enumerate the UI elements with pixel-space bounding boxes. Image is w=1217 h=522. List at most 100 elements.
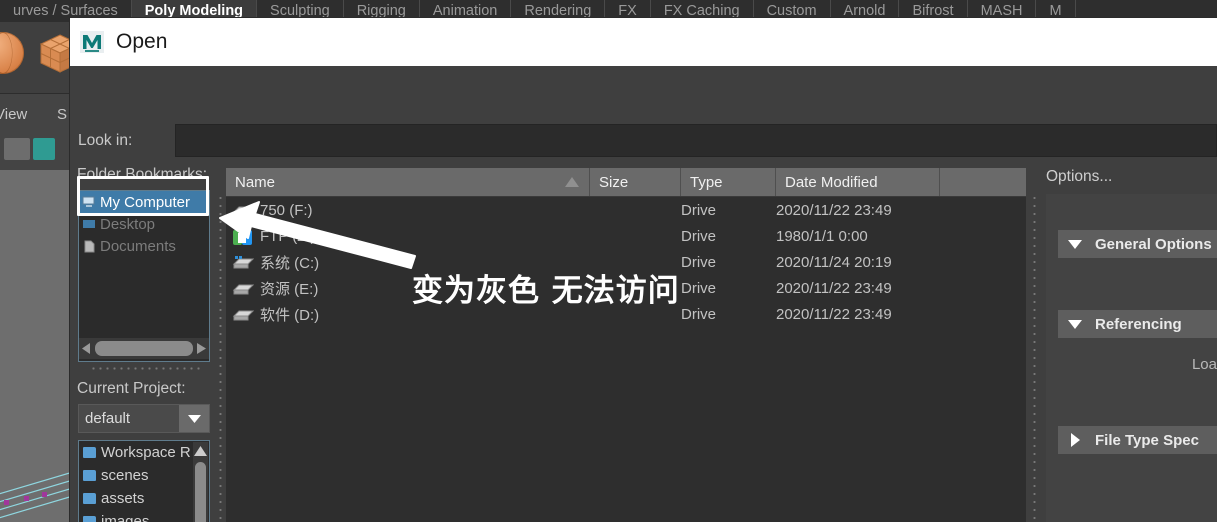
bookmark-label: Documents [100,237,176,255]
column-label: Type [690,173,723,191]
look-in-input[interactable] [175,124,1217,157]
maya-logo-icon [79,29,105,55]
current-project-value: default [85,410,131,427]
chevron-down-icon[interactable] [179,405,209,432]
left-vertical-splitter-handle[interactable] [218,194,223,522]
file-date: 2020/11/22 23:49 [776,305,892,323]
options-section-general-options[interactable]: General Options [1058,230,1217,258]
camera-icon[interactable] [4,138,30,160]
options-section-referencing[interactable]: Referencing [1058,310,1217,338]
file-date: 2020/11/22 23:49 [776,201,892,219]
chevron-down-icon[interactable] [1068,239,1082,249]
tab-label: Rendering [524,3,592,19]
folder-bookmarks-list[interactable]: My Computer Desktop Documents [78,190,210,362]
options-section-file-type-specific[interactable]: File Type Spec [1058,426,1217,454]
file-type: Drive [681,279,717,297]
column-label: Size [599,173,629,191]
scroll-right-arrow-icon[interactable] [194,339,209,358]
list-item[interactable]: Workspace R [79,441,209,464]
options-label: Options... [1046,168,1113,185]
drive-icon [232,307,255,322]
bookmark-item-my-computer[interactable]: My Computer [79,191,209,213]
section-title: General Options [1095,235,1212,253]
column-label: Name [235,173,276,191]
tab-label: Arnold [843,3,886,19]
sphere-primitive-icon[interactable] [0,32,24,74]
tab-label: M [1049,3,1062,19]
current-project-dropdown[interactable]: default [78,404,210,433]
column-header-date-modified[interactable]: Date Modified [776,168,940,196]
tab-label: MASH [980,3,1023,19]
screenshot-root: urves / Surfaces Poly Modeling Sculpting… [0,0,1217,522]
folder-icon [83,470,96,481]
current-project-label: Current Project: [77,380,186,397]
file-name: 软件 (D:) [260,306,320,324]
folder-label: assets [101,490,145,507]
table-row[interactable]: 750 (F:) Drive 2020/11/22 23:49 [226,197,1026,223]
tab-label: Bifrost [912,3,954,19]
viewport-3d[interactable] [0,170,100,522]
folder-label: Workspace R [101,444,191,461]
file-name: 资源 (E:) [260,280,319,298]
folder-icon [83,447,96,458]
dialog-title-bar: Open [70,18,1217,66]
folder-bookmarks-label: Folder Bookmarks: [77,166,208,183]
list-item[interactable]: scenes [79,464,209,487]
column-header-type[interactable]: Type [681,168,776,196]
column-header-size[interactable]: Size [590,168,681,196]
table-row[interactable]: FTP (Z:) Drive 1980/1/1 0:00 [226,223,1026,249]
project-folder-list[interactable]: Workspace R scenes assets images sourcei… [78,440,210,522]
sort-ascending-icon[interactable] [565,177,579,187]
file-type: Drive [681,201,717,219]
file-date: 2020/11/22 23:49 [776,279,892,297]
folder-icon [83,516,96,522]
folder-icon [83,493,96,504]
tab-label: Animation [432,3,498,19]
tab-label: FX Caching [663,3,740,19]
bookmarks-horizontal-scrollbar[interactable] [79,338,209,359]
right-vertical-splitter-handle[interactable] [1032,194,1037,522]
document-icon [82,239,96,253]
file-type: Drive [681,253,717,271]
tab-label: Rigging [356,3,406,19]
lock-icon[interactable] [33,138,55,160]
chevron-down-icon[interactable] [1068,319,1082,329]
bookmark-item-desktop[interactable]: Desktop [79,213,209,235]
tab-label: Custom [766,3,817,19]
file-list-vertical-scrollbar[interactable] [1021,197,1026,522]
column-label: Date Modified [785,173,878,191]
tab-label: urves / Surfaces [13,3,118,19]
list-item[interactable]: assets [79,487,209,510]
section-title: Referencing [1095,315,1182,333]
tab-label: Poly Modeling [144,3,244,19]
list-item[interactable]: images [79,510,209,522]
file-date: 1980/1/1 0:00 [776,227,868,245]
tab-label: FX [618,3,637,19]
scrollbar-thumb[interactable] [195,462,206,522]
file-name: 系统 (C:) [260,254,320,272]
project-list-vertical-scrollbar[interactable] [193,442,208,522]
column-header-name[interactable]: Name [226,168,590,196]
system-drive-icon [232,255,255,270]
file-name: FTP (Z:) [260,227,316,245]
annotation-text: 变为灰色 无法访问 [412,273,680,309]
desktop-icon [82,217,96,231]
file-type: Drive [681,227,717,245]
referencing-field-label: Loa [1191,356,1217,373]
section-title: File Type Spec [1095,431,1199,449]
bookmark-item-documents[interactable]: Documents [79,235,209,257]
folder-label: images [101,513,150,522]
scrollbar-thumb[interactable] [95,341,193,356]
file-type: Drive [681,305,717,323]
menu-item-view[interactable]: View [0,106,27,123]
scroll-left-arrow-icon[interactable] [79,339,94,358]
drive-icon [232,281,255,296]
menu-item-shading[interactable]: S [57,106,67,123]
scroll-up-arrow-icon[interactable] [194,443,207,461]
network-drive-icon [232,229,254,245]
bookmark-label: Desktop [100,215,156,233]
dialog-title: Open [116,30,168,53]
horizontal-splitter-handle[interactable] [90,366,200,371]
file-list-header-row[interactable]: Name Size Type Date Modified [226,168,1026,197]
chevron-right-icon[interactable] [1071,433,1080,447]
